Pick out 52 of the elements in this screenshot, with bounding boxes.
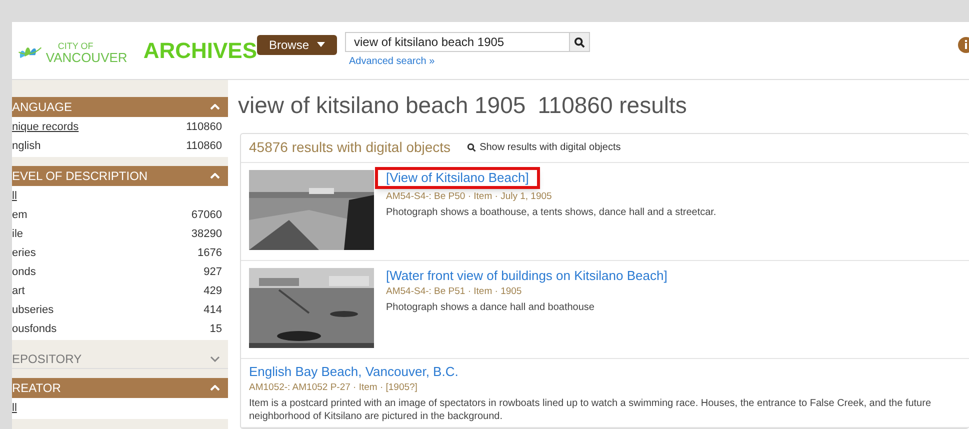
facet-option[interactable]: eries xyxy=(12,245,36,262)
chevron-up-icon xyxy=(210,173,220,179)
facet-option[interactable]: nique records xyxy=(12,119,79,136)
site-title: ARCHIVES xyxy=(143,37,257,65)
caret-icon xyxy=(317,42,326,47)
facet-header[interactable]: ANGUAGE xyxy=(12,97,228,117)
result-meta: AM1052-: AM1052 P-27 · Item · [1905?] xyxy=(249,380,418,394)
results-count: 110860 results xyxy=(538,91,687,120)
facet-count: 38290 xyxy=(191,227,222,242)
result-description: Photograph shows a boathouse, a tents shows, dance hall and a streetcar. xyxy=(386,206,718,219)
facet-option[interactable]: ll xyxy=(12,400,17,417)
facet-option[interactable]: ll xyxy=(12,188,17,205)
search-icon xyxy=(574,36,586,48)
result-title-link[interactable]: [Water front view of buildings on Kitsilano Beach] xyxy=(386,268,668,284)
facet-count: 1676 xyxy=(198,246,222,262)
show-digital-objects-link[interactable]: Show results with digital objects xyxy=(466,140,621,155)
search-icon xyxy=(466,143,476,152)
info-icon[interactable] xyxy=(957,36,969,54)
facet-option[interactable]: art xyxy=(12,283,25,300)
facet-option[interactable]: onds xyxy=(12,264,36,281)
facet-option[interactable]: ousfonds xyxy=(12,321,57,338)
facet-option[interactable]: nglish xyxy=(12,138,41,155)
facet-count: 429 xyxy=(204,284,222,300)
facet-count: 15 xyxy=(210,322,222,338)
digital-objects-count: 45876 results with digital objects xyxy=(249,138,451,157)
logo-text: CITY OF xyxy=(58,42,94,50)
facet-count: 67060 xyxy=(191,208,222,224)
search-field[interactable]: view of kitsilano beach 1905 xyxy=(345,32,570,52)
result-title-link[interactable]: [View of Kitsilano Beach] xyxy=(375,166,540,188)
facet-header[interactable]: EVEL OF DESCRIPTION xyxy=(12,166,228,186)
facet-count: 110860 xyxy=(186,120,222,136)
result-description: Item is a postcard printed with an image of spectators in rowboats lined up to watch a swimming race. Houses, the entrance to False Creek, and the future neighborhood of Kitsilano are pictured in the background. xyxy=(249,396,932,423)
result-meta: AM54-S4-: Be P51 · Item · 1905 xyxy=(386,284,522,298)
facet-option[interactable]: ile xyxy=(12,226,24,243)
results-heading: view of kitsilano beach 1905 xyxy=(238,91,526,120)
facet-count: 414 xyxy=(204,303,222,318)
facet-header[interactable]: REATOR xyxy=(12,378,228,398)
logo-text: VANCOUVER xyxy=(46,50,128,64)
facet-option[interactable]: ubseries xyxy=(12,302,54,319)
facet-count: 927 xyxy=(204,265,222,280)
browse-button[interactable]: Browse xyxy=(257,34,338,54)
advanced-search-link[interactable]: Advanced search » xyxy=(349,54,590,69)
result-title-link[interactable]: English Bay Beach, Vancouver, B.C. xyxy=(249,364,458,380)
facet-count: 110860 xyxy=(186,139,222,154)
chevron-up-icon xyxy=(210,104,220,110)
search-button[interactable] xyxy=(570,32,590,52)
chevron-down-icon xyxy=(210,356,220,362)
facet-header[interactable]: EPOSITORY xyxy=(12,349,228,369)
result-meta: AM54-S4-: Be P50 · Item · July 1, 1905 xyxy=(386,190,552,204)
facet-option[interactable]: em xyxy=(12,207,28,224)
result-description: Photograph shows a dance hall and boathouse xyxy=(386,300,596,314)
chevron-up-icon xyxy=(210,385,220,391)
